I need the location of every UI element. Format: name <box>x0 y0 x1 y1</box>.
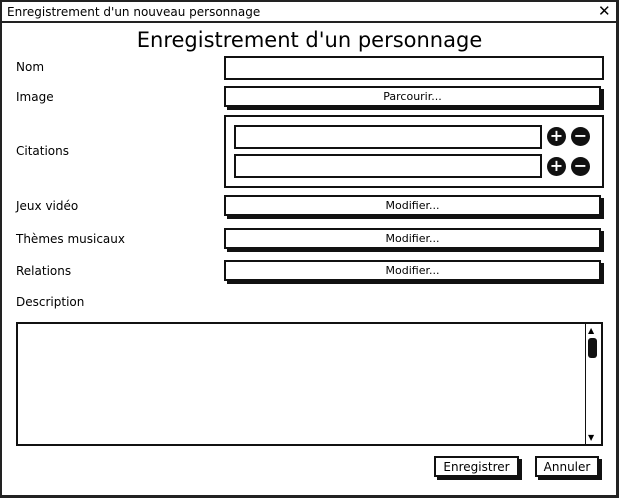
citation-input-1[interactable] <box>234 125 542 149</box>
citation-input-2[interactable] <box>234 154 542 178</box>
page-title: Enregistrement d'un personnage <box>136 28 483 52</box>
nom-input[interactable] <box>224 56 604 80</box>
themes-label: Thèmes musicaux <box>16 232 125 246</box>
relations-label: Relations <box>16 264 72 278</box>
scroll-down-icon[interactable]: ▼ <box>588 433 594 442</box>
scroll-up-icon[interactable]: ▲ <box>588 326 594 335</box>
jeux-label: Jeux vidéo <box>16 199 79 213</box>
citations-label: Citations <box>16 144 70 158</box>
window-title: Enregistrement d'un nouveau personnage <box>7 5 261 19</box>
description-label: Description <box>16 295 85 309</box>
minus-icon[interactable]: − <box>571 127 590 146</box>
modify-themes-button[interactable]: Modifier... <box>224 228 601 249</box>
browse-button[interactable]: Parcourir... <box>224 86 601 107</box>
nom-label: Nom <box>16 60 45 74</box>
modify-relations-button[interactable]: Modifier... <box>224 260 601 281</box>
save-button[interactable]: Enregistrer <box>434 456 519 477</box>
description-textarea[interactable] <box>16 322 603 446</box>
minus-icon[interactable]: − <box>571 157 590 176</box>
close-icon[interactable]: ✕ <box>598 2 611 20</box>
plus-icon[interactable]: + <box>547 127 566 146</box>
scroll-thumb[interactable] <box>588 338 597 358</box>
image-label: Image <box>16 90 54 104</box>
plus-icon[interactable]: + <box>547 157 566 176</box>
modify-games-button[interactable]: Modifier... <box>224 195 601 216</box>
cancel-button[interactable]: Annuler <box>535 456 599 477</box>
